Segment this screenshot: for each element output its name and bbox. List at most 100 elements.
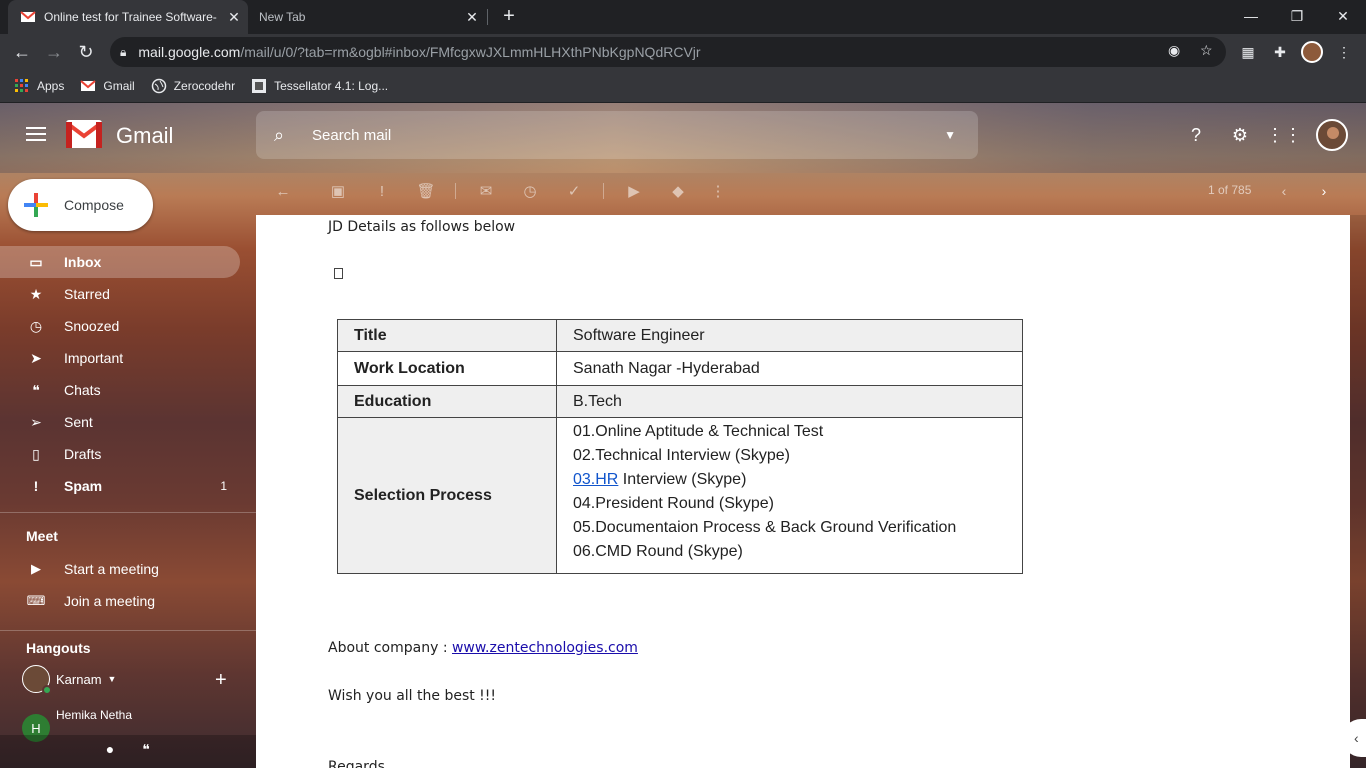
compose-button[interactable]: Compose bbox=[8, 179, 153, 231]
chevron-down-icon[interactable]: ▼ bbox=[108, 674, 117, 684]
restore-icon[interactable]: ❐ bbox=[1274, 0, 1320, 32]
sidebar-item-sent[interactable]: ➢ Sent bbox=[0, 406, 240, 438]
meet-label: Join a meeting bbox=[64, 593, 156, 609]
back-to-inbox-icon[interactable]: ← bbox=[271, 179, 295, 203]
window-close-icon[interactable]: ✕ bbox=[1320, 0, 1366, 32]
reload-icon[interactable]: ↻ bbox=[72, 38, 100, 66]
start-meeting-link[interactable]: ▶ Start a meeting bbox=[26, 557, 159, 581]
more-options-icon[interactable]: ⋮ bbox=[706, 179, 730, 203]
minimize-icon[interactable]: — bbox=[1228, 0, 1274, 32]
online-status-icon bbox=[42, 685, 52, 695]
extensions-icon[interactable]: ✚ bbox=[1268, 40, 1292, 64]
lock-icon: 🔒︎ bbox=[120, 44, 127, 59]
older-icon[interactable]: › bbox=[1313, 179, 1335, 203]
profile-avatar[interactable] bbox=[1301, 41, 1323, 63]
bookmark-label: Apps bbox=[37, 79, 65, 93]
table-row: Work Location Sanath Nagar -Hyderabad bbox=[337, 351, 1023, 386]
search-icon[interactable]: ⌕ bbox=[274, 125, 294, 146]
table-clip bbox=[256, 665, 1350, 667]
sidebar-item-spam[interactable]: ! Spam 1 bbox=[0, 470, 240, 502]
tab-title: New Tab bbox=[259, 10, 306, 24]
search-bar[interactable]: ⌕ Search mail ▼ bbox=[256, 111, 978, 159]
back-icon[interactable]: ← bbox=[8, 38, 36, 66]
important-icon: ➤ bbox=[30, 349, 42, 366]
delete-icon[interactable]: 🗑︎ bbox=[414, 179, 438, 203]
keyboard-icon: ⌨ bbox=[26, 593, 46, 608]
sidebar-item-starred[interactable]: ★ Starred bbox=[0, 278, 240, 310]
selection-step: 01.Online Aptitude & Technical Test bbox=[573, 423, 824, 440]
mark-unread-icon[interactable]: ✉ bbox=[474, 179, 498, 203]
sidebar-item-inbox[interactable]: ▭ Inbox bbox=[0, 246, 240, 278]
close-icon[interactable]: ✕ bbox=[220, 9, 248, 26]
selection-step: 06.CMD Round (Skype) bbox=[573, 543, 743, 560]
address-bar[interactable]: 🔒︎ mail.google.com/mail/u/0/?tab=rm&ogbl… bbox=[110, 37, 1226, 67]
bookmarks-bar: Apps Gmail Zerocodehr Tessellator 4.1: L… bbox=[0, 70, 1366, 103]
table-key: Selection Process bbox=[337, 417, 557, 574]
url-host: mail.google.com bbox=[138, 44, 241, 60]
sidebar-item-drafts[interactable]: ▯ Drafts bbox=[0, 438, 240, 470]
bookmark-apps[interactable]: Apps bbox=[14, 78, 64, 94]
jd-table: Title Software Engineer Work Location Sa… bbox=[337, 319, 1023, 574]
search-options-icon[interactable]: ▼ bbox=[944, 128, 956, 142]
toolbar-divider bbox=[455, 183, 456, 199]
tracking-icon[interactable]: ◉ bbox=[1168, 42, 1180, 59]
move-to-icon[interactable]: ▶ bbox=[622, 179, 646, 203]
forward-icon[interactable]: → bbox=[40, 38, 68, 66]
spam-count-badge: 1 bbox=[220, 479, 227, 493]
new-tab-icon[interactable]: + bbox=[498, 5, 520, 29]
nav-label: Inbox bbox=[64, 254, 102, 270]
report-spam-icon[interactable]: ! bbox=[370, 179, 394, 203]
close-icon[interactable]: ✕ bbox=[458, 9, 486, 26]
snooze-icon[interactable]: ◷ bbox=[518, 179, 542, 203]
main-menu-icon[interactable] bbox=[24, 123, 48, 147]
company-link[interactable]: www.zentechnologies.com bbox=[452, 640, 638, 656]
side-panel-strip bbox=[1350, 215, 1366, 768]
browser-tab-new[interactable]: New Tab ✕ bbox=[248, 0, 486, 34]
nav-label: Starred bbox=[64, 286, 110, 302]
tessellator-icon bbox=[252, 79, 267, 93]
add-task-icon[interactable]: ✓ bbox=[562, 179, 586, 203]
compose-label: Compose bbox=[64, 197, 124, 213]
selection-step: 03.HR Interview (Skype) bbox=[573, 468, 1006, 492]
person-icon[interactable]: ● bbox=[100, 741, 120, 761]
hangouts-user[interactable]: Karnam ▼ bbox=[22, 665, 117, 695]
browser-toolbar: ← → ↻ 🔒︎ mail.google.com/mail/u/0/?tab=r… bbox=[0, 34, 1366, 70]
hangouts-user-name: Karnam bbox=[56, 671, 102, 687]
browser-tab-gmail[interactable]: Online test for Trainee Software- ✕ bbox=[8, 0, 248, 34]
bookmark-gmail[interactable]: Gmail bbox=[80, 78, 135, 94]
bookmark-label: Tessellator 4.1: Log... bbox=[274, 79, 389, 93]
account-avatar[interactable] bbox=[1316, 119, 1348, 151]
google-apps-icon[interactable]: ⋮⋮ bbox=[1266, 123, 1302, 147]
table-key: Education bbox=[337, 385, 557, 418]
archive-icon[interactable]: ▣ bbox=[326, 179, 350, 203]
hr-link[interactable]: 03.HR bbox=[573, 471, 618, 488]
label-icon[interactable]: ◆ bbox=[666, 179, 690, 203]
selection-step-text: Interview (Skype) bbox=[618, 471, 747, 488]
sidebar-item-important[interactable]: ➤ Important bbox=[0, 342, 240, 374]
bookmark-zerocodehr[interactable]: Zerocodehr bbox=[151, 78, 235, 94]
add-contact-icon[interactable]: + bbox=[215, 669, 227, 692]
sidebar-item-chats[interactable]: ❝ Chats bbox=[0, 374, 240, 406]
help-icon[interactable]: ? bbox=[1184, 123, 1208, 147]
newer-icon[interactable]: ‹ bbox=[1273, 179, 1295, 203]
bookmark-tessellator[interactable]: Tessellator 4.1: Log... bbox=[251, 78, 388, 94]
table-key: Work Location bbox=[337, 351, 557, 386]
broken-image-icon bbox=[334, 268, 343, 279]
nav-label: Snoozed bbox=[64, 318, 120, 334]
nav-label: Drafts bbox=[64, 446, 102, 462]
globe-icon bbox=[151, 78, 166, 94]
sidebar-item-snoozed[interactable]: ◷ Snoozed bbox=[0, 310, 240, 342]
join-meeting-link[interactable]: ⌨ Join a meeting bbox=[26, 589, 155, 613]
table-value: Software Engineer bbox=[556, 319, 1023, 352]
chat-icon[interactable]: ❝ bbox=[136, 741, 156, 761]
media-icon[interactable]: ▦ bbox=[1236, 40, 1260, 64]
search-input[interactable]: Search mail bbox=[312, 127, 944, 144]
table-row: Title Software Engineer bbox=[337, 319, 1023, 352]
hangouts-footer: ● ❝ bbox=[0, 735, 256, 768]
gmail-header: Gmail ⌕ Search mail ▼ ? ⚙ ⋮⋮ bbox=[0, 103, 1366, 167]
bookmark-label: Gmail bbox=[103, 79, 135, 93]
menu-kebab-icon[interactable]: ⋮ bbox=[1332, 40, 1356, 64]
settings-gear-icon[interactable]: ⚙ bbox=[1228, 123, 1252, 147]
gmail-app: Gmail ⌕ Search mail ▼ ? ⚙ ⋮⋮ Compose ▭ In… bbox=[0, 103, 1366, 768]
bookmark-star-icon[interactable]: ☆ bbox=[1200, 42, 1213, 59]
